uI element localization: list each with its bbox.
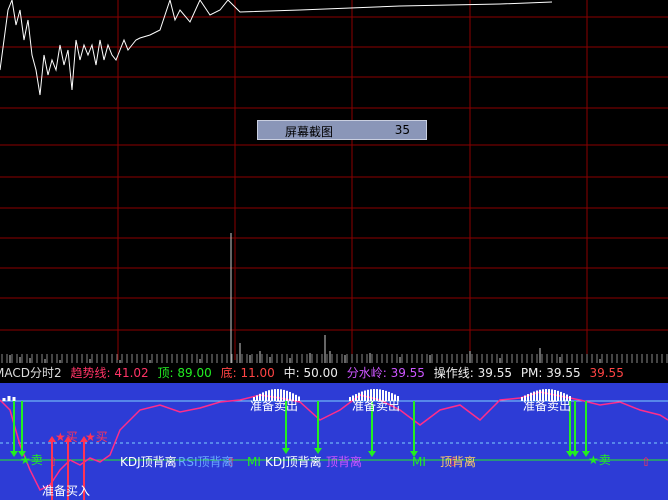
trend-value: 41.02 xyxy=(114,366,149,380)
other-divergence-label: 顶背离 xyxy=(440,455,477,469)
watershed-value: 39.55 xyxy=(390,366,425,380)
opline-label: 操作线: xyxy=(433,366,474,380)
macd-top-divergence-label: 顶背离 xyxy=(326,455,363,469)
tooltip-label: 屏幕截图 xyxy=(285,125,334,139)
trend-label: 趋势线: xyxy=(70,366,111,380)
mid-label: 中: xyxy=(283,366,300,380)
prepare-buy-label: 准备买入 xyxy=(42,484,91,498)
star-buy-label: ★买 xyxy=(85,430,108,444)
kdj-top-divergence-label: KDJ顶背离 xyxy=(120,455,177,469)
star-buy-label: ★买 xyxy=(55,430,78,444)
watershed-label: 分水岭: xyxy=(346,366,387,380)
prepare-sell-label: 准备卖出 xyxy=(250,399,299,413)
mid-value: 50.00 xyxy=(303,366,338,380)
opline-value: 39.55 xyxy=(477,366,512,380)
indicator-status-bar: MACD分时2 趋势线: 41.02 顶: 89.00 底: 11.00 中: … xyxy=(0,365,668,381)
bottom-value: 11.00 xyxy=(240,366,275,380)
pm-label: PM: xyxy=(520,366,543,380)
rsi-top-divergence-label: RSI顶背离 xyxy=(178,455,234,469)
prepare-sell-label: 准备卖出 xyxy=(352,399,401,413)
indicator-name[interactable]: MACD分时2 xyxy=(0,365,62,381)
star-sell-label: ★卖 xyxy=(588,453,611,467)
top-value: 89.00 xyxy=(177,366,212,380)
chart-canvas[interactable]: ⇧ ⇧ ⇧ ⇧ xyxy=(0,0,668,500)
kdj-top-divergence-label: KDJ顶背离 xyxy=(265,455,322,469)
last-value: 39.55 xyxy=(589,366,624,380)
mi-label: MI xyxy=(247,455,261,469)
mi-label: MI xyxy=(412,455,426,469)
pm-value: 39.55 xyxy=(546,366,581,380)
top-label: 顶: xyxy=(157,366,174,380)
up-arrow-icon: ⇧ xyxy=(48,455,58,469)
tooltip-value: 35 xyxy=(394,123,410,137)
stock-chart-window: ⇧ ⇧ ⇧ ⇧ 屏幕截图 35 MACD分时2 趋势线: 41.02 顶: 89.00… xyxy=(0,0,668,500)
star-sell-label: ★卖 xyxy=(20,453,43,467)
screenshot-tooltip: 屏幕截图 35 xyxy=(257,120,427,140)
up-arrow-icon: ⇧ xyxy=(641,455,651,469)
bottom-label: 底: xyxy=(220,366,237,380)
prepare-sell-label: 准备卖出 xyxy=(523,399,572,413)
